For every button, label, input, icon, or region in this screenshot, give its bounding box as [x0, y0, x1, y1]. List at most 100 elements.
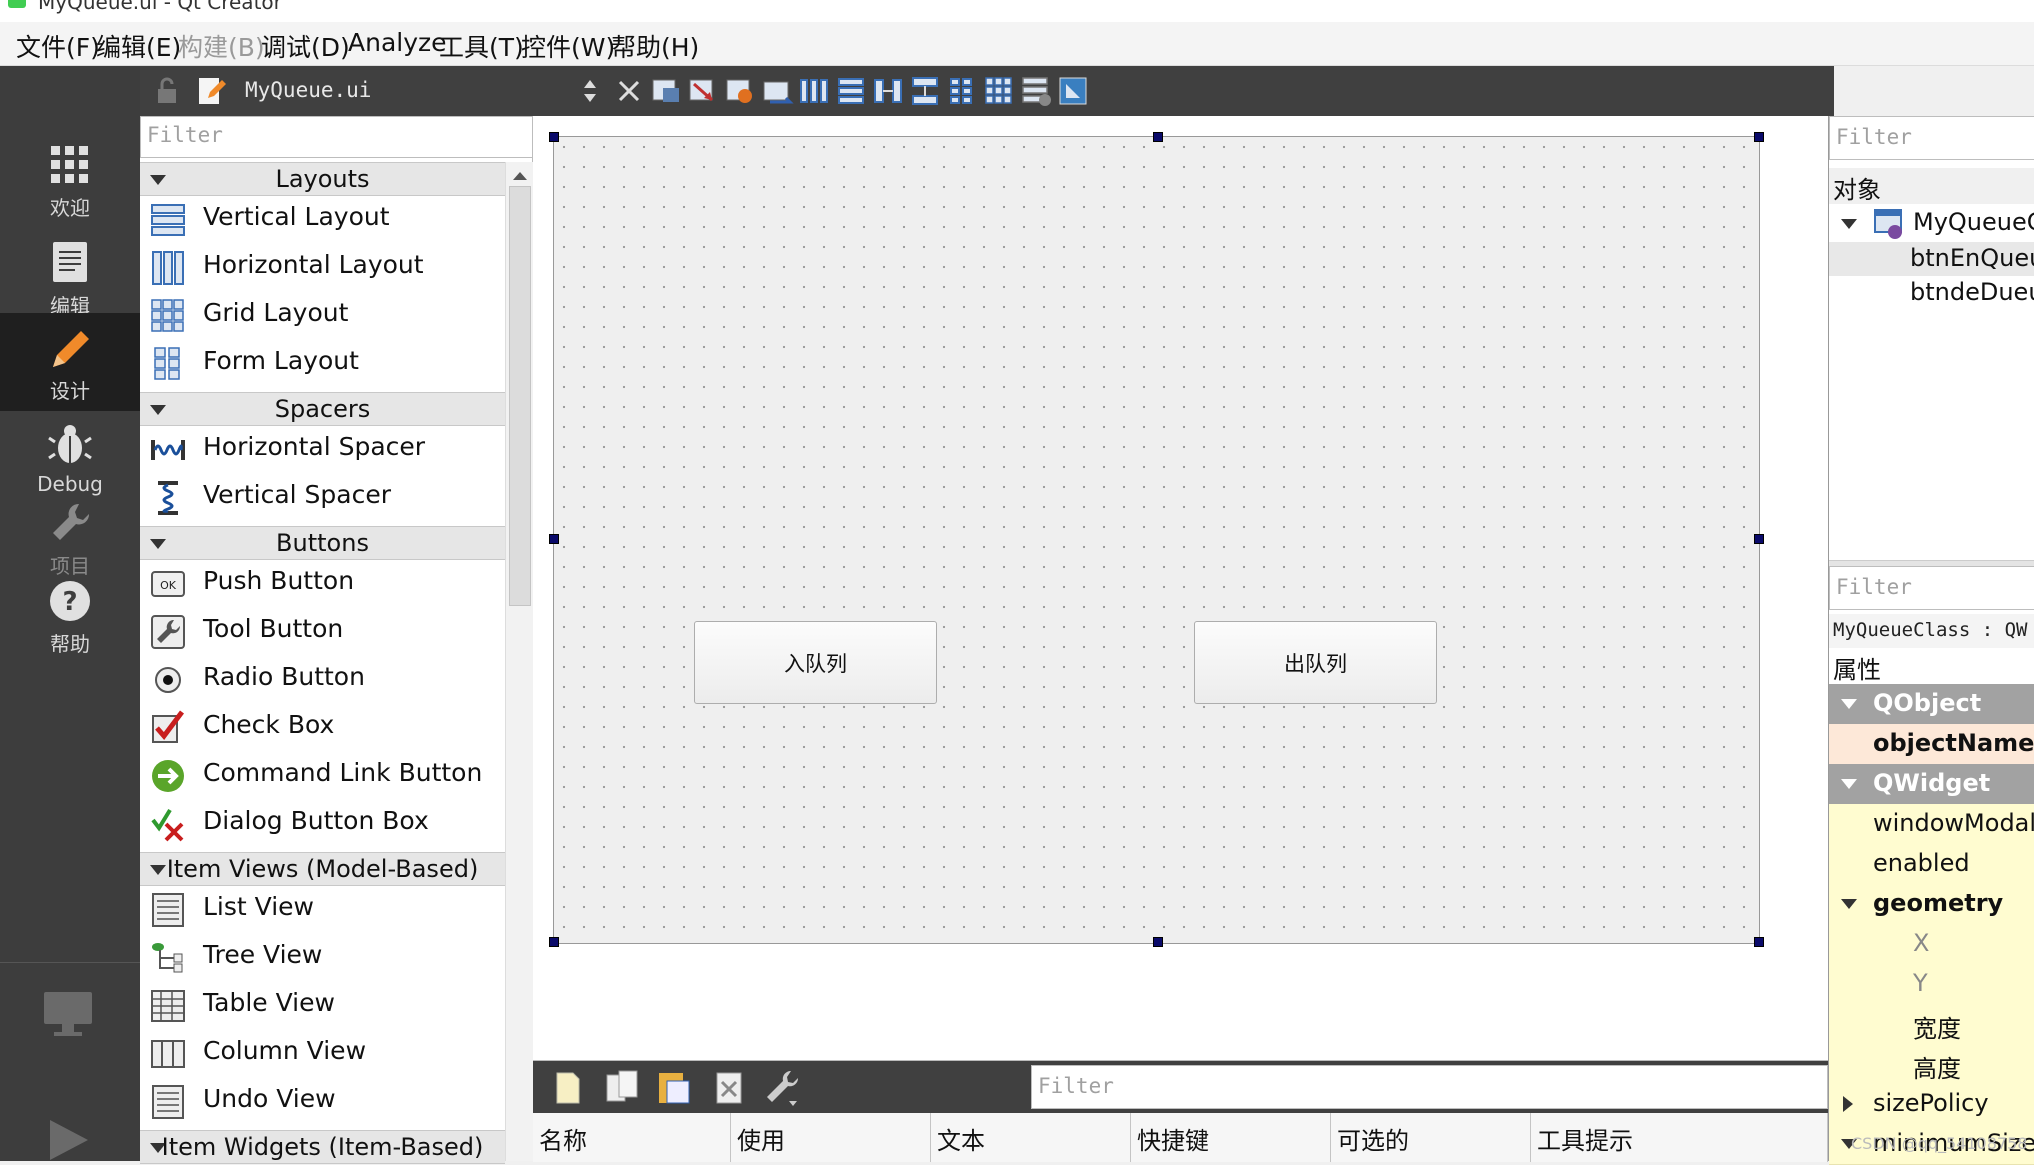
btn-dequeue[interactable]: 出队列: [1194, 621, 1437, 704]
resize-handle[interactable]: [549, 937, 559, 947]
property-row-geometry[interactable]: geometry: [1829, 884, 2034, 925]
widget-vertical-layout[interactable]: Vertical Layout: [140, 196, 505, 244]
column-header-checkable[interactable]: 可选的: [1331, 1113, 1531, 1162]
layout-grid-icon[interactable]: [982, 74, 1016, 108]
property-row-width[interactable]: 宽度: [1829, 1004, 2034, 1045]
scroll-up-icon[interactable]: [512, 170, 528, 182]
property-row-sizepolicy[interactable]: sizePolicy: [1829, 1084, 2034, 1125]
resize-handle[interactable]: [1754, 132, 1764, 142]
menu-build[interactable]: 构建(B): [178, 28, 265, 64]
lock-icon[interactable]: [150, 74, 184, 108]
widget-form-layout[interactable]: Form Layout: [140, 340, 505, 388]
category-item-widgets[interactable]: Item Widgets (Item-Based): [140, 1130, 505, 1164]
category-buttons[interactable]: Buttons: [140, 526, 505, 560]
sort-arrows-icon[interactable]: [578, 74, 602, 108]
resize-handle[interactable]: [1754, 937, 1764, 947]
column-header-shortcut[interactable]: 快捷键: [1131, 1113, 1331, 1162]
menu-file[interactable]: 文件(F): [16, 28, 100, 64]
run-icon[interactable]: [44, 1116, 92, 1164]
property-column-header[interactable]: 属性: [1829, 648, 2034, 684]
mode-welcome[interactable]: 欢迎: [0, 130, 140, 228]
widget-list-view[interactable]: List View: [140, 886, 505, 934]
splitter-horizontal-icon[interactable]: [871, 74, 905, 108]
action-filter-input[interactable]: Filter: [1031, 1065, 1828, 1109]
paste-action-icon[interactable]: [655, 1069, 693, 1107]
edit-signals-slots-icon[interactable]: [686, 74, 720, 108]
column-header-used[interactable]: 使用: [731, 1113, 931, 1162]
property-row-objectname[interactable]: objectName: [1829, 724, 2034, 764]
category-layouts[interactable]: Layouts: [140, 162, 505, 196]
widget-tool-button[interactable]: Tool Button: [140, 608, 505, 656]
layout-horizontal-icon[interactable]: [797, 74, 831, 108]
menu-help[interactable]: 帮助(H): [611, 28, 699, 64]
widget-push-button[interactable]: OK Push Button: [140, 560, 505, 608]
property-row-enabled[interactable]: enabled: [1829, 844, 2034, 885]
column-header-name[interactable]: 名称: [533, 1113, 731, 1162]
menu-debug[interactable]: 调试(D): [261, 28, 350, 64]
resize-handle[interactable]: [1754, 534, 1764, 544]
property-row-windowmodality[interactable]: windowModal: [1829, 804, 2034, 845]
widget-table-view[interactable]: Table View: [140, 982, 505, 1030]
edit-widgets-icon[interactable]: [649, 74, 683, 108]
widget-tree-view[interactable]: Tree View: [140, 934, 505, 982]
category-item-views[interactable]: Item Views (Model-Based): [140, 852, 505, 886]
category-spacers[interactable]: Spacers: [140, 392, 505, 426]
object-tree-item[interactable]: btndeDueu: [1829, 276, 2034, 310]
resize-handle[interactable]: [549, 132, 559, 142]
widget-dialog-button-box[interactable]: Dialog Button Box: [140, 800, 505, 848]
break-layout-icon[interactable]: [1019, 74, 1053, 108]
monitor-icon[interactable]: [40, 986, 96, 1042]
widgetbox-filter-input[interactable]: Filter: [140, 116, 533, 158]
resize-handle[interactable]: [549, 534, 559, 544]
splitter-vertical-icon[interactable]: [908, 74, 942, 108]
form-myqueue[interactable]: 入队列 出队列: [553, 136, 1760, 944]
mode-design[interactable]: 设计: [0, 313, 140, 411]
object-column-header[interactable]: 对象: [1829, 168, 2034, 204]
mode-help[interactable]: ? 帮助: [0, 566, 140, 664]
document-filename[interactable]: MyQueue.ui: [245, 78, 371, 102]
widget-command-link-button[interactable]: Command Link Button: [140, 752, 505, 800]
menu-analyze[interactable]: Analyze: [348, 28, 447, 57]
widget-horizontal-layout[interactable]: Horizontal Layout: [140, 244, 505, 292]
layout-vertical-icon[interactable]: [834, 74, 868, 108]
mode-edit[interactable]: 编辑: [0, 228, 140, 326]
widget-check-box[interactable]: Check Box: [140, 704, 505, 752]
widget-label: Radio Button: [203, 662, 365, 691]
property-row-y[interactable]: Y: [1829, 964, 2034, 1005]
copy-action-icon[interactable]: [603, 1069, 643, 1107]
property-group-qobject[interactable]: QObject: [1829, 684, 2034, 724]
push-button-icon: OK: [151, 571, 185, 597]
resize-handle[interactable]: [1153, 937, 1163, 947]
object-tree-root[interactable]: MyQueueC: [1829, 206, 2034, 242]
horizontal-layout-icon: [152, 251, 184, 285]
layout-form-icon[interactable]: [945, 74, 979, 108]
edit-tab-order-icon[interactable]: [760, 74, 794, 108]
adjust-size-icon[interactable]: [1056, 74, 1090, 108]
menu-widgets[interactable]: 控件(W): [521, 28, 615, 64]
widget-undo-view[interactable]: Undo View: [140, 1078, 505, 1126]
widgetbox-scrollbar[interactable]: [505, 162, 534, 1161]
widget-grid-layout[interactable]: Grid Layout: [140, 292, 505, 340]
column-header-text[interactable]: 文本: [931, 1113, 1131, 1162]
scrollbar-thumb[interactable]: [509, 186, 531, 606]
column-header-tooltip[interactable]: 工具提示: [1531, 1113, 1828, 1162]
widget-column-view[interactable]: Column View: [140, 1030, 505, 1078]
object-tree-item[interactable]: btnEnQueu: [1829, 242, 2034, 276]
widget-radio-button[interactable]: Radio Button: [140, 656, 505, 704]
widget-vertical-spacer[interactable]: Vertical Spacer: [140, 474, 505, 522]
new-action-icon[interactable]: [549, 1069, 585, 1107]
btn-enqueue[interactable]: 入队列: [694, 621, 937, 704]
property-group-qwidget[interactable]: QWidget: [1829, 764, 2034, 804]
delete-action-icon[interactable]: [711, 1069, 747, 1107]
object-filter-input[interactable]: Filter: [1829, 116, 2034, 160]
property-row-height[interactable]: 高度: [1829, 1044, 2034, 1085]
menu-edit[interactable]: 编辑(E): [96, 28, 181, 64]
menu-tools[interactable]: 工具(T): [439, 28, 524, 64]
widget-horizontal-spacer[interactable]: Horizontal Spacer: [140, 426, 505, 474]
property-row-x[interactable]: X: [1829, 924, 2034, 965]
configure-action-icon[interactable]: [759, 1067, 803, 1109]
property-filter-input[interactable]: Filter: [1829, 566, 2034, 610]
resize-handle[interactable]: [1153, 132, 1163, 142]
close-document-icon[interactable]: [612, 74, 646, 108]
edit-buddies-icon[interactable]: [723, 74, 757, 108]
